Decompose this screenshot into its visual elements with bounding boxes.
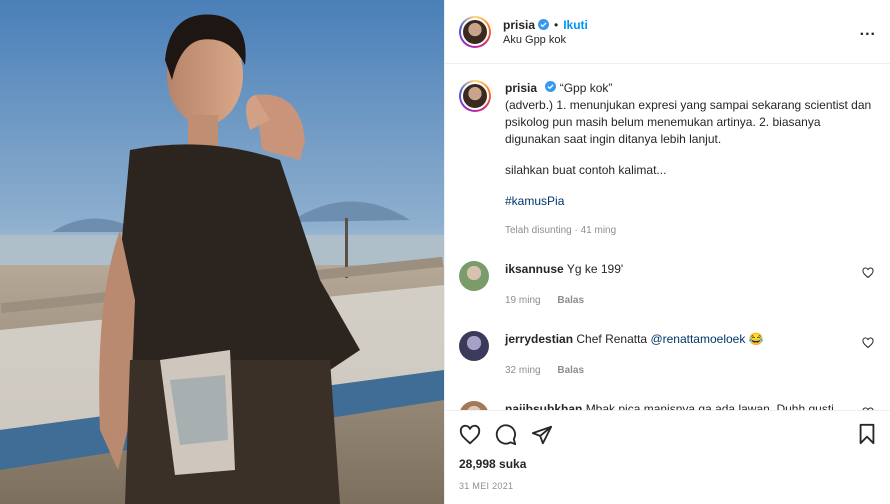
- comment-body: jerrydestian Chef Renatta @renattamoeloe…: [505, 331, 845, 379]
- verified-badge-icon: [545, 81, 557, 92]
- caption-first-line: prisia “Gpp kok”: [505, 80, 876, 97]
- caption-text: (adverb.) 1. menunjukan expresi yang sam…: [505, 98, 872, 146]
- caption-title: “Gpp kok”: [559, 81, 613, 95]
- post-details-panel: prisia • Ikuti Aku Gpp kok ... prisia “G…: [444, 0, 890, 504]
- post-date: 31 MEI 2021: [459, 481, 514, 491]
- comment-emoji: 😂: [748, 332, 764, 346]
- comment-text: Yg ke 199': [566, 262, 624, 276]
- commenter-username[interactable]: iksannuse: [505, 262, 564, 276]
- caption-text-2: silahkan buat contoh kalimat...: [505, 163, 667, 177]
- post-location[interactable]: Aku Gpp kok: [503, 34, 588, 46]
- commenter-username[interactable]: naiibsubkhan: [505, 402, 582, 410]
- action-icons: [459, 423, 876, 447]
- comment-body: iksannuse Yg ke 199' 19 ming Balas: [505, 261, 845, 309]
- heart-icon[interactable]: [459, 424, 481, 446]
- caption-meta: Telah disunting · 41 ming: [505, 225, 617, 236]
- reply-button[interactable]: Balas: [557, 365, 584, 376]
- likes-count[interactable]: 28,998 suka: [459, 457, 876, 471]
- follow-button[interactable]: Ikuti: [563, 18, 588, 32]
- caption-body: prisia “Gpp kok” (adverb.) 1. menunjukan…: [505, 80, 876, 239]
- comment-item: iksannuse Yg ke 199' 19 ming Balas: [459, 261, 876, 309]
- caption-avatar[interactable]: [459, 80, 491, 112]
- commenter-username[interactable]: jerrydestian: [505, 332, 573, 346]
- author-username[interactable]: prisia: [503, 18, 535, 32]
- post-caption: prisia “Gpp kok” (adverb.) 1. menunjukan…: [459, 80, 876, 239]
- commenter-avatar[interactable]: [459, 331, 489, 361]
- share-icon[interactable]: [531, 424, 553, 446]
- header-line: prisia • Ikuti: [503, 18, 588, 32]
- comment-meta: 19 ming Balas: [505, 292, 845, 309]
- comment-item: jerrydestian Chef Renatta @renattamoeloe…: [459, 331, 876, 379]
- reply-button[interactable]: Balas: [557, 295, 584, 306]
- comment-like-heart-icon[interactable]: [862, 267, 874, 279]
- post-photo-image: [0, 0, 444, 504]
- caption-username[interactable]: prisia: [505, 81, 537, 95]
- comment-item: naiibsubkhan Mbak pica manisnya ga ada l…: [459, 401, 876, 410]
- verified-badge-icon: [538, 19, 550, 30]
- comment-time: 19 ming: [505, 295, 541, 306]
- comment-like-heart-icon[interactable]: [862, 337, 874, 349]
- header-text: prisia • Ikuti Aku Gpp kok: [503, 18, 588, 46]
- commenter-avatar[interactable]: [459, 261, 489, 291]
- post-header: prisia • Ikuti Aku Gpp kok ...: [445, 0, 890, 64]
- comment-time: 32 ming: [505, 365, 541, 376]
- caption-hashtag[interactable]: #kamusPia: [505, 193, 876, 210]
- instagram-post: prisia • Ikuti Aku Gpp kok ... prisia “G…: [0, 0, 890, 504]
- comment-text: Mbak pica manisnya ga ada lawan. Duhh gu…: [585, 402, 834, 410]
- post-actions: 28,998 suka 31 MEI 2021: [445, 410, 890, 504]
- more-options-icon[interactable]: ...: [860, 22, 876, 40]
- comment-body: naiibsubkhan Mbak pica manisnya ga ada l…: [505, 401, 845, 410]
- post-photo[interactable]: [0, 0, 444, 504]
- bookmark-icon[interactable]: [856, 423, 878, 445]
- commenter-avatar[interactable]: [459, 401, 489, 410]
- separator-dot: •: [554, 17, 559, 32]
- comment-meta: 32 ming Balas: [505, 362, 845, 379]
- author-avatar[interactable]: [459, 15, 491, 48]
- comment-mention[interactable]: @renattamoeloek: [650, 332, 745, 346]
- comment-text: Chef Renatta: [576, 332, 651, 346]
- comments-section: prisia “Gpp kok” (adverb.) 1. menunjukan…: [445, 64, 890, 410]
- comment-icon[interactable]: [495, 424, 517, 446]
